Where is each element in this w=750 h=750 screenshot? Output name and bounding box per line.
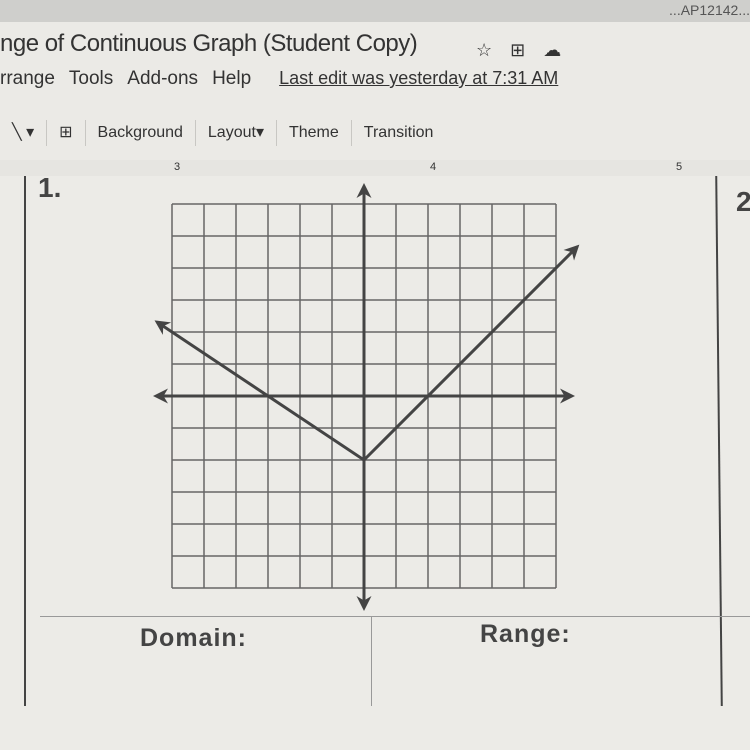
coordinate-graph — [153, 183, 580, 611]
